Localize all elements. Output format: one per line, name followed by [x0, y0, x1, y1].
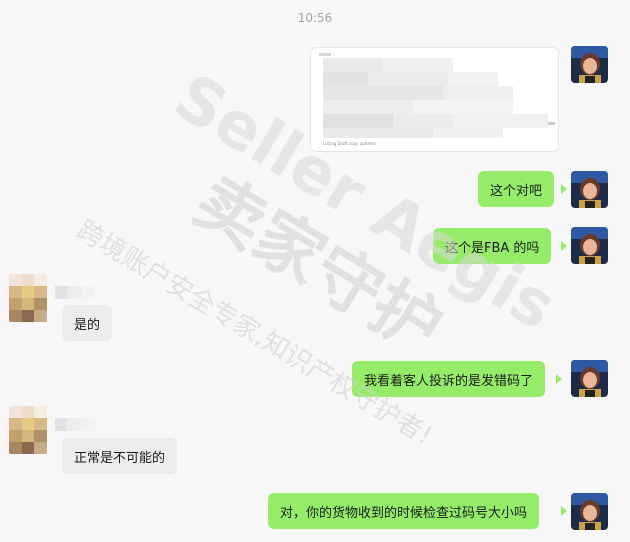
- message-text: 正常是不可能的: [74, 450, 166, 466]
- message-bubble-other[interactable]: 正常是不可能的: [62, 438, 178, 474]
- message-text: 是的: [74, 317, 101, 333]
- avatar-photo: [571, 360, 608, 397]
- avatar-photo: [571, 227, 608, 264]
- self-avatar[interactable]: [571, 493, 608, 530]
- message-bubble-self[interactable]: 对，你的货物收到的时候检查过码号大小吗: [268, 493, 540, 529]
- message-text: 我看着客人投诉的是发错码了: [364, 373, 534, 389]
- pixelated-avatar: [9, 274, 47, 322]
- bubble-tail: [561, 506, 567, 516]
- bubble-tail: [561, 184, 567, 194]
- avatar-photo: [571, 171, 608, 208]
- self-avatar[interactable]: [571, 360, 608, 397]
- message-text: 对，你的货物收到的时候检查过码号大小吗: [280, 505, 528, 521]
- blurred-screenshot-content: [319, 53, 555, 138]
- message-text: 这个是FBA 的吗: [445, 240, 540, 256]
- message-bubble-self[interactable]: 这个对吧: [478, 171, 555, 207]
- self-avatar[interactable]: [571, 227, 608, 264]
- contact-name-blurred: [55, 284, 95, 299]
- shared-screenshot-image[interactable]: Listing Draft copy updates: [310, 47, 559, 152]
- bubble-tail: [561, 241, 567, 251]
- pixelated-avatar: [9, 406, 47, 454]
- contact-name-blurred: [55, 416, 95, 431]
- contact-avatar[interactable]: [9, 274, 47, 322]
- watermark-slogan: 跨境账户安全专家,知识产权守护者!: [71, 215, 437, 451]
- image-caption: Listing Draft copy updates: [323, 141, 376, 146]
- message-text: 这个对吧: [490, 183, 543, 199]
- message-bubble-self[interactable]: 这个是FBA 的吗: [433, 228, 552, 264]
- self-avatar[interactable]: [571, 46, 608, 83]
- message-bubble-other[interactable]: 是的: [62, 305, 113, 341]
- self-avatar[interactable]: [571, 171, 608, 208]
- contact-avatar[interactable]: [9, 406, 47, 454]
- watermark-title: 卖家守护: [181, 162, 455, 370]
- bubble-tail: [556, 374, 562, 384]
- message-timestamp: 10:56: [297, 11, 333, 25]
- avatar-photo: [571, 493, 608, 530]
- avatar-photo: [571, 46, 608, 83]
- message-bubble-self[interactable]: 我看着客人投诉的是发错码了: [352, 361, 546, 397]
